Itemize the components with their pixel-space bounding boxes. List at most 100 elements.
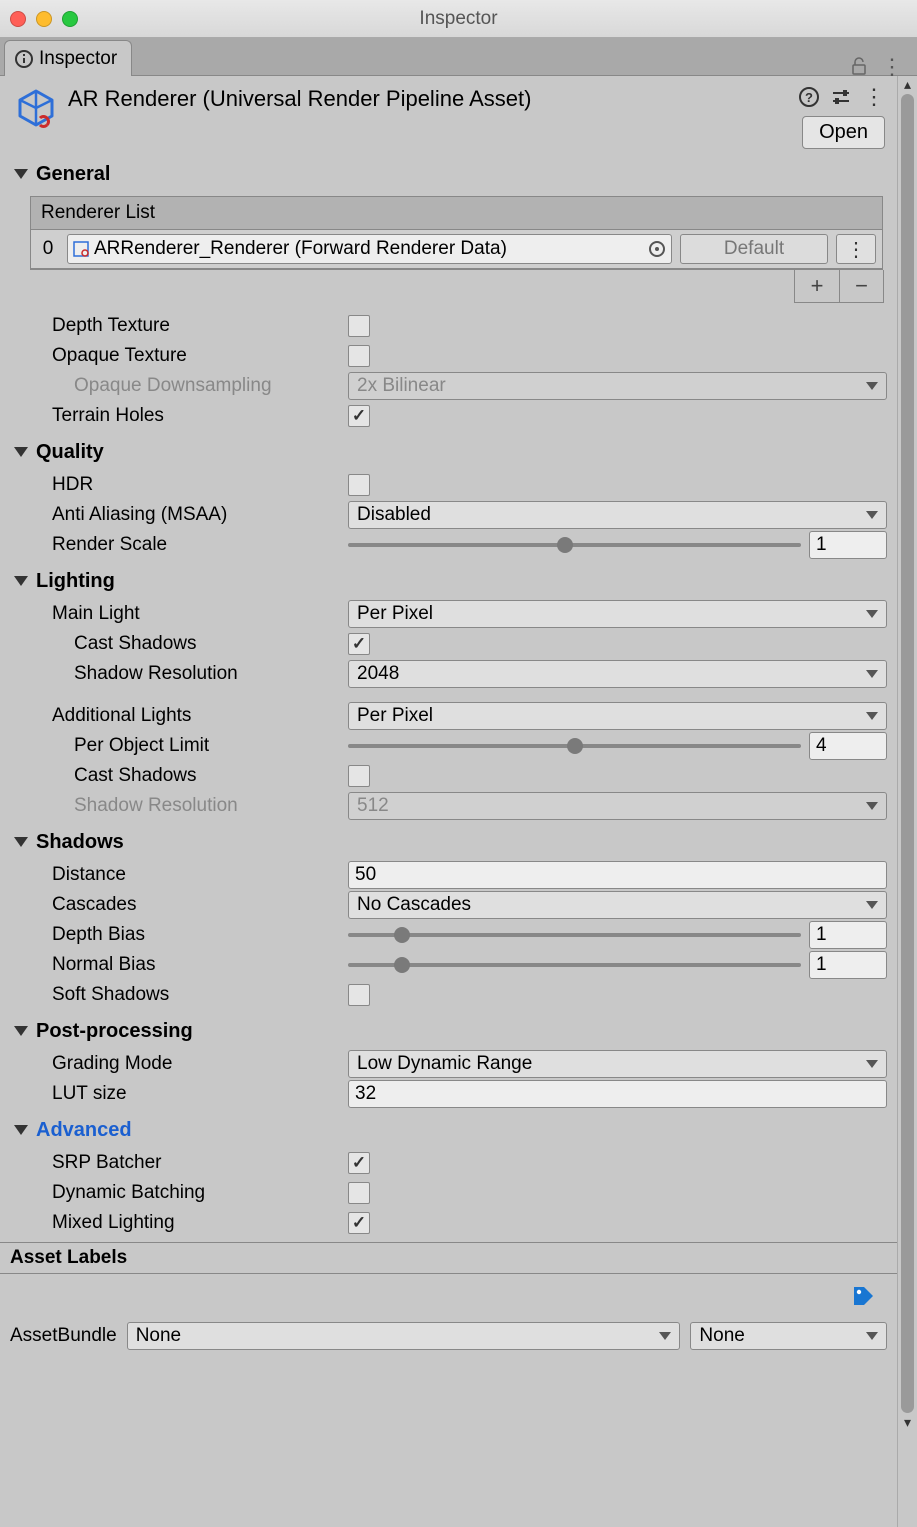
render-scale-field[interactable]: 1 <box>809 531 887 559</box>
dynamic-batching-label: Dynamic Batching <box>0 1182 348 1204</box>
foldout-icon <box>14 447 28 457</box>
srp-batcher-checkbox[interactable] <box>348 1152 370 1174</box>
asset-bundle-name-dropdown[interactable]: None <box>127 1322 681 1350</box>
cascades-label: Cascades <box>0 894 348 916</box>
kebab-icon[interactable]: ⋮ <box>863 84 885 110</box>
terrain-holes-checkbox[interactable] <box>348 405 370 427</box>
depth-texture-checkbox[interactable] <box>348 315 370 337</box>
scroll-up-button[interactable]: ▴ <box>898 76 917 94</box>
renderer-list-row[interactable]: 0 ARRenderer_Renderer (Forward Renderer … <box>31 230 882 268</box>
sliders-icon[interactable] <box>831 88 851 106</box>
main-cast-shadows-checkbox[interactable] <box>348 633 370 655</box>
per-object-limit-field[interactable]: 4 <box>809 732 887 760</box>
tab-bar: Inspector ⋮ <box>0 38 917 76</box>
terrain-holes-label: Terrain Holes <box>0 405 348 427</box>
section-advanced[interactable]: Advanced <box>0 1109 897 1148</box>
opaque-texture-label: Opaque Texture <box>0 345 348 367</box>
shadow-resolution-dropdown[interactable]: 2048 <box>348 660 887 688</box>
normal-bias-label: Normal Bias <box>0 954 348 976</box>
opaque-texture-checkbox[interactable] <box>348 345 370 367</box>
shadow-resolution-label: Shadow Resolution <box>0 663 348 685</box>
opaque-downsampling-dropdown: 2x Bilinear <box>348 372 887 400</box>
tag-icon[interactable] <box>851 1284 875 1308</box>
svg-text:?: ? <box>805 90 813 105</box>
mixed-lighting-checkbox[interactable] <box>348 1212 370 1234</box>
soft-shadows-label: Soft Shadows <box>0 984 348 1006</box>
scriptable-object-icon <box>72 240 90 258</box>
window-titlebar: Inspector <box>0 0 917 38</box>
additional-lights-label: Additional Lights <box>0 705 348 727</box>
foldout-icon <box>14 1125 28 1135</box>
shadow-distance-field[interactable]: 50 <box>348 861 887 889</box>
section-quality[interactable]: Quality <box>0 431 897 470</box>
asset-bundle-label: AssetBundle <box>10 1325 117 1347</box>
scroll-thumb[interactable] <box>901 94 914 1413</box>
kebab-icon[interactable]: ⋮ <box>881 61 903 72</box>
main-light-label: Main Light <box>0 603 348 625</box>
remove-renderer-button[interactable]: − <box>839 270 883 302</box>
asset-header: AR Renderer (Universal Render Pipeline A… <box>0 76 897 153</box>
urp-asset-icon <box>14 88 58 132</box>
asset-labels-header[interactable]: Asset Labels <box>0 1243 897 1274</box>
depth-bias-field[interactable]: 1 <box>809 921 887 949</box>
renderer-index: 0 <box>37 238 59 260</box>
srp-batcher-label: SRP Batcher <box>0 1152 348 1174</box>
renderer-object-field[interactable]: ARRenderer_Renderer (Forward Renderer Da… <box>67 234 672 264</box>
render-scale-slider[interactable] <box>348 531 801 559</box>
lut-size-field[interactable]: 32 <box>348 1080 887 1108</box>
cast-shadows-label: Cast Shadows <box>0 633 348 655</box>
depth-bias-slider[interactable] <box>348 921 801 949</box>
grading-mode-dropdown[interactable]: Low Dynamic Range <box>348 1050 887 1078</box>
asset-bundle-row: AssetBundle None None <box>0 1316 897 1356</box>
foldout-icon <box>14 1026 28 1036</box>
anti-aliasing-label: Anti Aliasing (MSAA) <box>0 504 348 526</box>
hdr-checkbox[interactable] <box>348 474 370 496</box>
per-object-limit-slider[interactable] <box>348 732 801 760</box>
scroll-down-button[interactable]: ▾ <box>898 1414 917 1432</box>
window-title: Inspector <box>0 8 917 30</box>
dynamic-batching-checkbox[interactable] <box>348 1182 370 1204</box>
mixed-lighting-label: Mixed Lighting <box>0 1212 348 1234</box>
asset-labels-body <box>0 1274 897 1316</box>
vertical-scrollbar[interactable]: ▴ ▾ <box>897 76 917 1527</box>
renderer-default-button[interactable]: Default <box>680 234 828 264</box>
foldout-icon <box>14 576 28 586</box>
section-shadows[interactable]: Shadows <box>0 821 897 860</box>
additional-lights-dropdown[interactable]: Per Pixel <box>348 702 887 730</box>
depth-texture-label: Depth Texture <box>0 315 348 337</box>
additional-cast-shadows-label: Cast Shadows <box>0 765 348 787</box>
foldout-icon <box>14 837 28 847</box>
additional-shadow-res-dropdown: 512 <box>348 792 887 820</box>
hdr-label: HDR <box>0 474 348 496</box>
main-light-dropdown[interactable]: Per Pixel <box>348 600 887 628</box>
renderer-list-header: Renderer List <box>31 197 882 230</box>
open-button[interactable]: Open <box>802 116 885 149</box>
add-renderer-button[interactable]: + <box>795 270 839 302</box>
object-picker-icon[interactable] <box>649 241 665 257</box>
cascades-dropdown[interactable]: No Cascades <box>348 891 887 919</box>
section-post-processing[interactable]: Post-processing <box>0 1010 897 1049</box>
soft-shadows-checkbox[interactable] <box>348 984 370 1006</box>
per-object-limit-label: Per Object Limit <box>0 735 348 757</box>
grading-mode-label: Grading Mode <box>0 1053 348 1075</box>
anti-aliasing-dropdown[interactable]: Disabled <box>348 501 887 529</box>
depth-bias-label: Depth Bias <box>0 924 348 946</box>
normal-bias-field[interactable]: 1 <box>809 951 887 979</box>
renderer-list: Renderer List 0 ARRenderer_Renderer (For… <box>30 196 883 269</box>
asset-title: AR Renderer (Universal Render Pipeline A… <box>68 84 789 112</box>
render-scale-label: Render Scale <box>0 534 348 556</box>
foldout-icon <box>14 169 28 179</box>
section-lighting[interactable]: Lighting <box>0 560 897 599</box>
tab-inspector[interactable]: Inspector <box>4 40 132 76</box>
lock-icon[interactable] <box>851 57 867 75</box>
renderer-menu-button[interactable]: ⋮ <box>836 234 876 264</box>
opaque-downsampling-label: Opaque Downsampling <box>0 375 348 397</box>
additional-cast-shadows-checkbox[interactable] <box>348 765 370 787</box>
shadow-distance-label: Distance <box>0 864 348 886</box>
normal-bias-slider[interactable] <box>348 951 801 979</box>
asset-bundle-variant-dropdown[interactable]: None <box>690 1322 887 1350</box>
section-general[interactable]: General <box>0 153 897 192</box>
additional-shadow-res-label: Shadow Resolution <box>0 795 348 817</box>
help-icon[interactable]: ? <box>799 87 819 107</box>
tab-label: Inspector <box>39 48 117 70</box>
